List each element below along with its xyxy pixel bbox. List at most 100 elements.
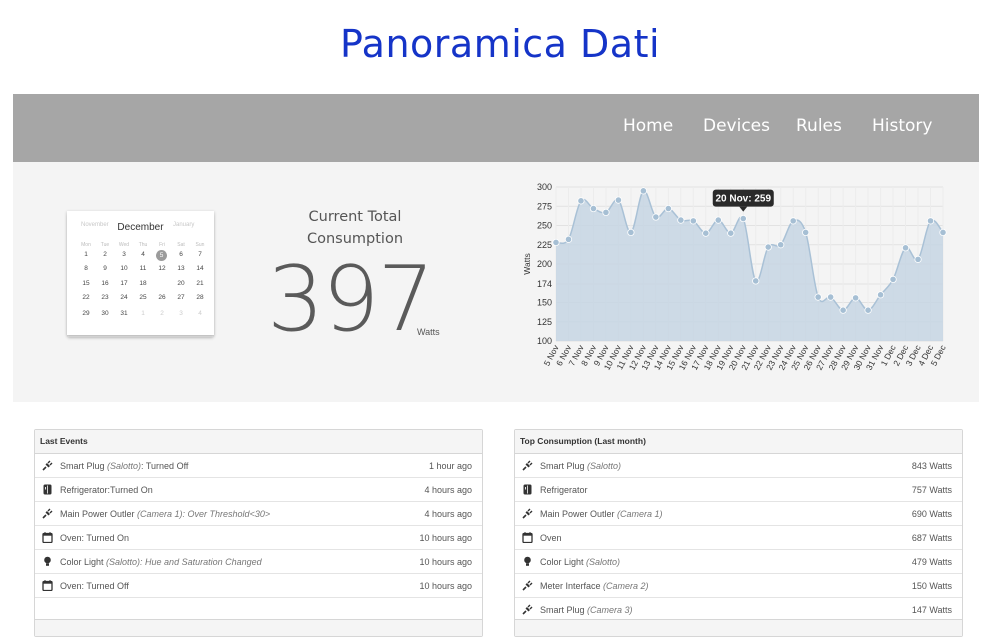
plug-icon [522,460,533,471]
calendar-day[interactable]: 29 [78,309,94,319]
data-point[interactable] [727,229,735,237]
calendar-day[interactable]: 26 [154,293,170,303]
calendar-day[interactable]: 5 [156,250,167,261]
last-events-panel: Last Events Smart Plug (Salotto): Turned… [34,429,483,637]
data-point[interactable] [939,228,947,237]
consumption-row[interactable]: Main Power Outler (Camera 1) 690 Watts [515,502,962,526]
data-point[interactable] [876,291,885,299]
calendar-weekday: Thu [138,242,148,248]
event-row[interactable]: Oven: Turned Off 10 hours ago [35,574,482,598]
calendar-day[interactable]: 17 [116,279,132,289]
calendar-next-month[interactable]: January [173,222,194,228]
calendar-day[interactable]: 23 [97,293,113,303]
event-row[interactable]: Refrigerator:Turned On 4 hours ago [35,478,482,502]
data-point[interactable] [764,243,772,251]
consumption-row[interactable]: Smart Plug (Salotto) 843 Watts [515,454,962,478]
row-label: Oven [540,533,562,543]
calendar-day[interactable]: 12 [154,264,170,274]
calendar-day[interactable]: 16 [97,279,113,289]
event-row[interactable]: Main Power Outler (Camera 1): Over Thres… [35,502,482,526]
calendar-day[interactable]: 10 [116,264,132,274]
data-point[interactable] [789,217,797,225]
data-point[interactable] [602,208,610,217]
calendar-day[interactable]: 11 [135,264,151,274]
consumption-row[interactable]: Refrigerator 757 Watts [515,478,962,502]
data-point[interactable] [589,204,598,213]
consumption-unit: Watts [417,327,440,337]
nav-home[interactable]: Home [623,116,673,136]
consumption-row[interactable]: Color Light (Salotto) 479 Watts [515,550,962,574]
row-value: 687 Watts [911,533,952,543]
calendar-day[interactable]: 1 [78,250,94,260]
nav-history[interactable]: History [872,116,932,136]
calendar-day[interactable]: 8 [78,264,94,274]
calendar-day[interactable]: 24 [116,293,132,303]
calendar-day[interactable]: 9 [97,264,113,274]
calendar-weekday: Fri [159,242,165,248]
calendar-day[interactable]: 13 [173,264,189,274]
calendar-day[interactable]: 22 [78,293,94,303]
data-point[interactable] [652,213,660,221]
data-point[interactable] [627,228,635,237]
data-point[interactable] [752,277,760,285]
data-point[interactable] [639,187,647,195]
calendar-day[interactable]: 18 [135,279,151,289]
calendar-day[interactable]: 15 [78,279,94,289]
calendar-day[interactable]: 4 [192,309,208,319]
calendar-day[interactable]: 2 [154,309,170,319]
calendar-day[interactable]: 27 [173,293,189,303]
row-location: (Salotto) [586,557,621,567]
calendar-day[interactable]: 31 [116,309,132,319]
calendar-day[interactable]: 25 [135,293,151,303]
calendar-widget[interactable]: November December January Mon Tue Wed Thu Fr… [67,211,214,335]
event-row[interactable]: Oven: Turned On 10 hours ago [35,526,482,550]
calendar-day[interactable]: 21 [192,279,208,289]
calendar-day[interactable]: 2 [97,250,113,260]
data-point[interactable] [777,241,785,249]
row-text: Main Power Outler (Camera 1) [540,509,663,519]
data-point[interactable] [889,275,897,284]
calendar-day[interactable]: 4 [135,250,151,260]
consumption-title: Current Total Consumption [306,209,404,247]
data-point[interactable] [552,238,560,247]
calendar-weekday: Mon [81,242,91,248]
calendar-day[interactable]: 30 [97,309,113,319]
data-point[interactable] [689,217,697,225]
nav-rules[interactable]: Rules [796,116,842,136]
calendar-day[interactable]: 20 [173,279,189,289]
data-point[interactable] [714,216,722,224]
calendar-day[interactable]: 6 [173,250,189,260]
data-point[interactable] [827,293,835,301]
data-point[interactable] [926,217,935,225]
data-point[interactable] [852,294,860,302]
data-point[interactable] [614,196,623,204]
data-point[interactable] [814,293,822,301]
calendar-day[interactable]: 7 [192,250,208,260]
data-point[interactable] [864,306,872,314]
event-row[interactable]: Color Light (Salotto): Hue and Saturatio… [35,550,482,574]
data-point[interactable] [914,255,922,263]
calendar-day[interactable]: 1 [135,309,151,319]
calendar-day[interactable]: 14 [192,264,208,274]
data-point[interactable] [664,204,672,213]
row-text: Refrigerator [540,485,588,495]
event-row[interactable]: Smart Plug (Salotto): Turned Off 1 hour a… [35,454,482,478]
calendar-weekday: Sat [177,242,185,248]
data-point[interactable] [577,197,585,205]
data-point[interactable] [802,228,810,237]
data-point[interactable] [702,229,710,237]
data-point[interactable] [564,235,573,243]
calendar-day[interactable]: 3 [116,250,132,260]
data-point[interactable] [739,214,747,223]
consumption-row[interactable]: Meter Interface (Camera 2) 150 Watts [515,574,962,598]
data-point[interactable] [839,306,847,314]
data-point[interactable] [677,216,685,224]
calendar-day[interactable]: 3 [173,309,189,319]
nav-devices[interactable]: Devices [703,116,770,136]
consumption-row[interactable]: Oven 687 Watts [515,526,962,550]
row-text: Refrigerator:Turned On [60,485,153,495]
calendar-day[interactable]: 28 [192,293,208,303]
top-consumption-title: Top Consumption (Last month) [515,430,962,454]
data-point[interactable] [901,244,910,252]
row-label: Smart Plug [60,461,108,471]
